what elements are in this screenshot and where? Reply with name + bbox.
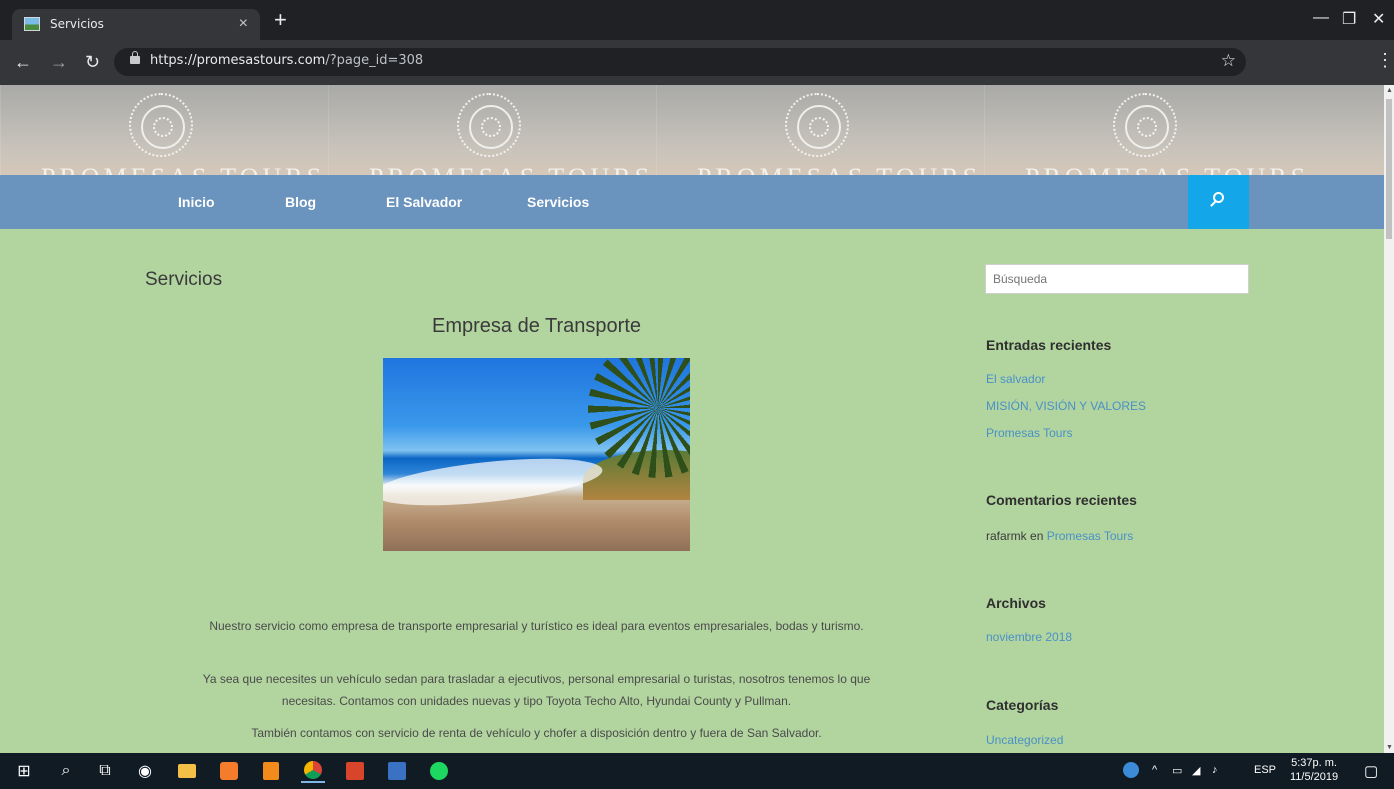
mandala-logo-icon [1113,93,1177,157]
main-navigation: Inicio Blog El Salvador Servicios [0,175,1384,229]
task-view-icon[interactable]: ⧉ [93,759,117,783]
nav-link-inicio[interactable]: Inicio [178,194,215,210]
new-tab-button[interactable]: + [274,9,287,31]
post-title: Empresa de Transporte [432,315,641,337]
recent-post-link[interactable]: El salvador [986,372,1045,386]
bookmark-star-icon[interactable]: ☆ [1221,51,1236,71]
scrollbar-thumb[interactable] [1386,99,1392,239]
widget-title-categories: Categorías [986,697,1059,713]
minimize-window-icon[interactable]: — [1313,9,1329,27]
paragraph: Nuestro servicio como empresa de transpo… [209,619,864,633]
browser-tab[interactable]: Servicios × [12,9,260,40]
forward-arrow-icon[interactable]: → [50,52,68,73]
site-favicon-icon [24,17,40,31]
close-window-icon[interactable]: ✕ [1372,9,1385,29]
address-bar[interactable]: https://promesastours.com/?page_id=308 ☆ [114,48,1246,76]
word-icon[interactable] [385,759,409,783]
nav-link-el-salvador[interactable]: El Salvador [386,194,462,210]
page-scrollbar[interactable]: ▲ ▼ [1384,85,1394,753]
comment-author: rafarmk [986,529,1027,543]
cortana-icon[interactable]: ◉ [133,759,157,783]
sidebar-search-input[interactable] [985,264,1249,294]
beach-photo [383,358,690,551]
clock[interactable]: 5:37p. m. 11/5/2019 [1290,756,1338,784]
header-banner: PROMESAS TOURS PROMESAS TOURS PROMESAS T… [0,85,1384,177]
url-text: https://promesastours.com/?page_id=308 [150,53,424,68]
back-arrow-icon[interactable]: ← [14,52,32,73]
banner-tile: PROMESAS TOURS [984,85,1312,177]
clock-time: 5:37p. m. [1291,757,1337,769]
filezilla-icon[interactable] [343,759,367,783]
widget-title-recent-posts: Entradas recientes [986,337,1112,353]
show-hidden-icons-icon[interactable]: ^ [1152,764,1157,776]
wifi-icon[interactable]: ◢ [1192,764,1200,777]
help-icon[interactable] [1123,762,1139,781]
windows-taskbar: ⊞ ⌕ ⧉ ◉ ^ ▭ ◢ ♪ ESP 5:37p. m. 11/5/2019 … [0,753,1394,789]
clock-date: 11/5/2019 [1290,771,1339,783]
sublime-text-icon[interactable] [259,759,283,783]
widget-title-archives: Archivos [986,595,1046,611]
tab-close-icon[interactable]: × [239,15,248,33]
comment-post-link[interactable]: Promesas Tours [1047,529,1133,543]
nav-link-servicios[interactable]: Servicios [527,194,589,210]
nav-link-blog[interactable]: Blog [285,194,316,210]
search-button[interactable] [1188,175,1249,229]
banner-tile: PROMESAS TOURS [328,85,656,177]
scroll-up-icon[interactable]: ▲ [1386,87,1393,94]
windows-start-icon[interactable]: ⊞ [12,759,36,783]
recent-post-link[interactable]: Promesas Tours [986,426,1072,440]
file-explorer-icon[interactable] [175,759,199,783]
mandala-logo-icon [785,93,849,157]
chrome-menu-icon[interactable]: ⋮ [1376,50,1394,71]
web-page: PROMESAS TOURS PROMESAS TOURS PROMESAS T… [0,85,1384,753]
volume-icon[interactable]: ♪ [1212,764,1218,776]
comment-on-label: en [1030,529,1044,543]
language-indicator[interactable]: ESP [1254,764,1276,776]
category-link[interactable]: Uncategorized [986,733,1063,747]
browser-tab-strip: Servicios × + — ❐ ✕ [0,0,1394,40]
reload-icon[interactable]: ↻ [85,52,100,73]
mandala-logo-icon [457,93,521,157]
chrome-icon[interactable] [301,759,325,783]
spotify-icon[interactable] [427,759,451,783]
banner-tile: PROMESAS TOURS [656,85,984,177]
paragraph: También contamos con servicio de renta d… [251,726,822,740]
widget-title-recent-comments: Comentarios recientes [986,492,1137,508]
banner-tile: PROMESAS TOURS [0,85,328,177]
notifications-icon[interactable]: ▢ [1364,762,1378,780]
xampp-icon[interactable] [217,759,241,783]
browser-toolbar: ← → ↻ https://promesastours.com/?page_id… [0,40,1394,107]
lock-icon [130,51,140,64]
page-title: Servicios [145,269,223,290]
search-icon[interactable]: ⌕ [54,759,78,783]
battery-icon[interactable]: ▭ [1172,764,1182,777]
recent-post-link[interactable]: MISIÓN, VISIÓN Y VALORES [986,399,1146,413]
archive-link[interactable]: noviembre 2018 [986,630,1072,644]
recent-comment: rafarmk en Promesas Tours [986,529,1133,543]
tab-title: Servicios [50,17,104,31]
restore-window-icon[interactable]: ❐ [1342,9,1356,29]
paragraph: Ya sea que necesites un vehículo sedan p… [202,672,871,708]
scroll-down-icon[interactable]: ▼ [1386,744,1393,751]
mandala-logo-icon [129,93,193,157]
